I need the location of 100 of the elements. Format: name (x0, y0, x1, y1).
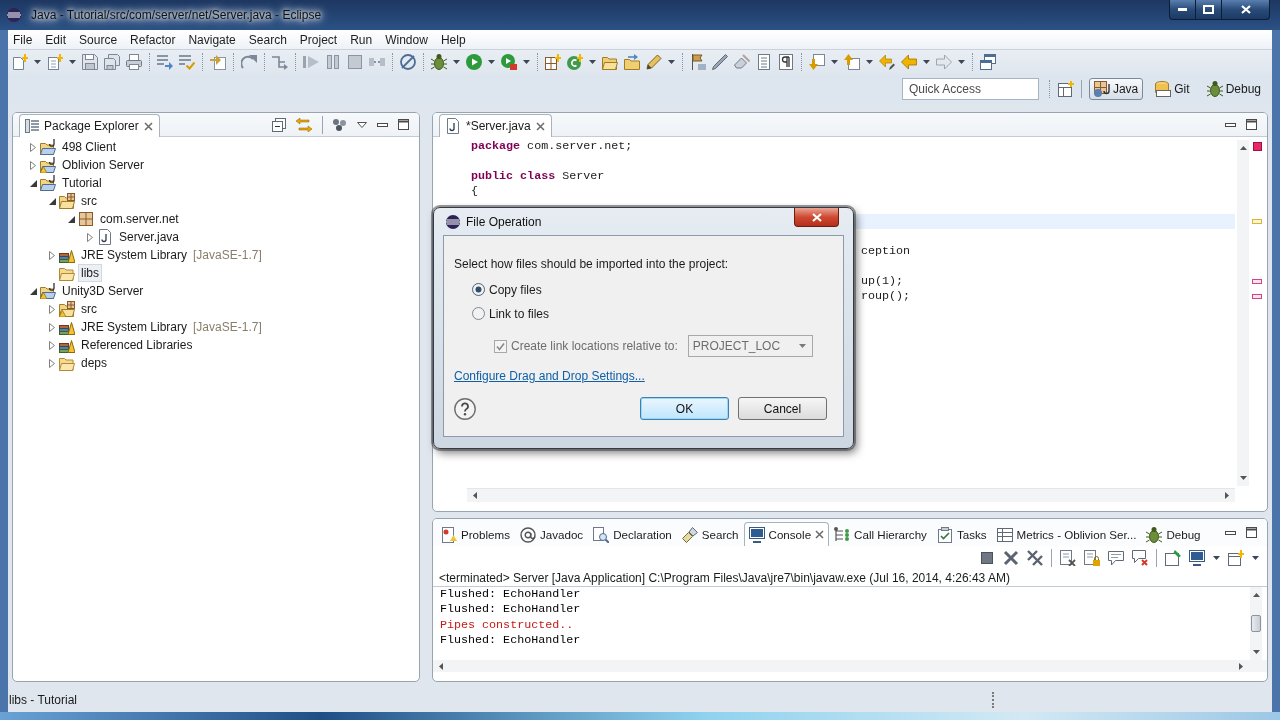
link-arrows-icon[interactable] (296, 117, 312, 132)
tree-item[interactable]: Oblivion Server (59, 156, 148, 174)
tree-item[interactable]: com.server.net (97, 210, 182, 228)
crossed-circle-icon[interactable] (400, 54, 416, 70)
caret-icon[interactable] (34, 60, 41, 64)
menu-item[interactable]: Edit (40, 32, 73, 47)
close-icon[interactable] (815, 530, 825, 539)
run-icon[interactable] (466, 54, 482, 70)
dots-icon[interactable] (333, 118, 347, 131)
menu-item[interactable]: Window (380, 32, 434, 47)
save-all-icon[interactable] (104, 54, 120, 70)
speech-bubble-icon[interactable] (1108, 550, 1124, 566)
branch-arrow-icon[interactable] (272, 54, 288, 70)
pilcrow-icon[interactable] (778, 54, 794, 70)
run-stop-icon[interactable] (501, 54, 517, 70)
expand-arrow-icon[interactable] (30, 142, 36, 152)
radio-button[interactable]: Link to files (472, 305, 550, 322)
quick-access-field[interactable]: Quick Access (901, 78, 1039, 100)
new-window-icon[interactable] (1228, 550, 1244, 566)
scroll-left-icon[interactable] (439, 662, 443, 670)
perspective-button[interactable]: Git (1150, 78, 1195, 100)
minimize-button[interactable] (1169, 0, 1196, 20)
annotation-marker-icon[interactable] (1252, 219, 1262, 224)
next-annotation-icon[interactable] (809, 54, 825, 70)
flag-icon[interactable] (690, 54, 706, 70)
tree-item[interactable]: Referenced Libraries (78, 336, 196, 354)
collapse-all-icon[interactable] (272, 117, 286, 132)
previous-annotation-icon[interactable] (844, 54, 860, 70)
horizontal-scrollbar[interactable] (433, 660, 1267, 672)
tree-item[interactable]: JRE System Library (78, 246, 191, 264)
maximize-button[interactable] (1196, 0, 1222, 20)
tree-item[interactable]: Tutorial (59, 174, 105, 192)
maximize-icon[interactable] (1246, 527, 1257, 538)
monitor-icon[interactable] (1189, 550, 1205, 566)
scroll-up-icon[interactable] (1252, 593, 1260, 597)
close-button[interactable] (1222, 0, 1270, 20)
dialog-button[interactable]: OK (640, 397, 729, 420)
tree-item[interactable]: 498 Client (59, 138, 120, 156)
caret-icon[interactable] (488, 60, 495, 64)
tree-item[interactable]: Unity3D Server (59, 282, 147, 300)
stop-square-icon[interactable] (979, 550, 995, 566)
expand-arrow-icon[interactable] (49, 358, 55, 368)
caret-icon[interactable] (69, 60, 76, 64)
menu-item[interactable]: Help (435, 32, 472, 47)
collapse-arrow-icon[interactable] (29, 179, 37, 187)
maximize-icon[interactable] (1246, 119, 1257, 130)
new-class-icon[interactable] (567, 54, 583, 70)
perspective-button[interactable]: Java (1088, 78, 1144, 100)
expand-arrow-icon[interactable] (49, 340, 55, 350)
caret-icon[interactable] (1213, 556, 1220, 560)
open-folder-icon[interactable] (602, 54, 618, 70)
windows-icon[interactable] (980, 54, 996, 70)
pin-icon[interactable] (1165, 550, 1181, 566)
maximize-icon[interactable] (398, 119, 409, 130)
minimize-icon[interactable] (377, 122, 388, 127)
tree-item[interactable]: src (78, 300, 100, 318)
expand-arrow-icon[interactable] (87, 232, 93, 242)
menu-item[interactable]: Search (243, 32, 293, 47)
curved-arrow-icon[interactable] (241, 54, 257, 70)
caret-icon[interactable] (958, 60, 965, 64)
horizontal-scrollbar[interactable] (467, 488, 1235, 502)
view-menu-icon[interactable] (357, 121, 367, 128)
speech-bubble-x-icon[interactable] (1132, 550, 1148, 566)
save-icon[interactable] (82, 54, 98, 70)
scrollbar-thumb[interactable] (1251, 615, 1261, 632)
view-tab[interactable]: Problems (436, 522, 515, 546)
close-icon[interactable] (535, 121, 545, 131)
scroll-down-icon[interactable] (1252, 650, 1260, 654)
view-tab[interactable]: Javadoc (514, 522, 589, 546)
tree-item[interactable]: Server.java (116, 228, 183, 246)
x-icon[interactable] (1003, 550, 1019, 566)
menu-item[interactable]: Project (294, 32, 344, 47)
view-tab[interactable]: Tasks (931, 522, 992, 546)
close-icon[interactable] (143, 121, 153, 131)
pen-icon[interactable] (712, 54, 728, 70)
scroll-up-icon[interactable] (1239, 146, 1247, 150)
view-tab[interactable]: Call Hierarchy (829, 522, 932, 546)
perspective-button[interactable]: Debug (1201, 78, 1266, 100)
scroll-right-icon[interactable] (1225, 492, 1229, 499)
expand-arrow-icon[interactable] (49, 250, 55, 260)
view-tab[interactable]: Declaration (588, 522, 677, 546)
annotation-marker-icon[interactable] (1252, 279, 1262, 284)
view-tab[interactable]: Metrics - Oblivion Ser... (991, 522, 1142, 546)
collapse-arrow-icon[interactable] (48, 197, 56, 205)
new-project-icon[interactable] (545, 54, 561, 70)
open-perspective-icon[interactable] (1057, 81, 1074, 97)
caret-icon[interactable] (589, 60, 596, 64)
menu-item[interactable]: Run (345, 32, 379, 47)
document-x-icon[interactable] (1060, 550, 1076, 566)
expand-arrow-icon[interactable] (30, 160, 36, 170)
view-tab[interactable]: Package Explorer (19, 114, 160, 137)
dialog-button[interactable]: Cancel (738, 397, 827, 420)
vertical-scrollbar[interactable] (1237, 140, 1249, 486)
vertical-scrollbar[interactable] (1250, 587, 1262, 660)
collapse-arrow-icon[interactable] (67, 215, 75, 223)
pause-icon[interactable] (325, 54, 341, 70)
tree-item[interactable]: deps (78, 354, 111, 372)
scroll-right-icon[interactable] (1239, 662, 1243, 670)
caret-icon[interactable] (523, 60, 530, 64)
caret-icon[interactable] (668, 60, 675, 64)
